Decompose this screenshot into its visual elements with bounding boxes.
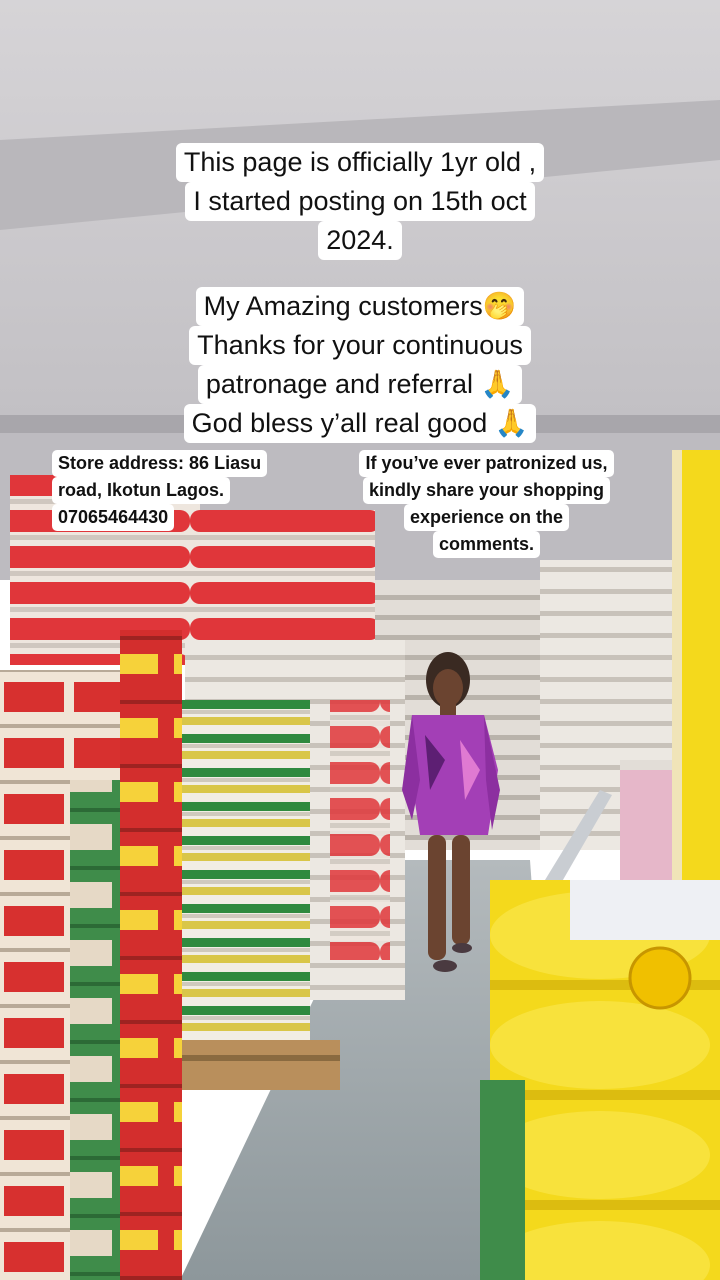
caption-line: 2024. [318, 221, 402, 260]
caption-line: experience on the [403, 504, 570, 531]
anniversary-caption: This page is officially 1yr old , I star… [0, 143, 720, 260]
caption-line: road, Ikotun Lagos. [52, 477, 231, 504]
caption-line: God bless y’all real good 🙏 [183, 404, 537, 443]
caption-line: Store address: 86 Liasu [52, 450, 268, 477]
phone-number: 07065464430 [52, 504, 175, 531]
caption-line: kindly share your shopping [362, 477, 611, 504]
caption-line: Thanks for your continuous [189, 326, 531, 365]
share-experience-caption: If you’ve ever patronized us, kindly sha… [325, 450, 648, 558]
caption-line: If you’ve ever patronized us, [359, 450, 614, 477]
caption-line: comments. [432, 531, 541, 558]
pallet [180, 1040, 340, 1090]
caption-line: patronage and referral 🙏 [197, 365, 523, 404]
right-white-sacks [540, 560, 620, 850]
store-address-caption: Store address: 86 Liasu road, Ikotun Lag… [52, 450, 314, 531]
caption-line: This page is officially 1yr old , [175, 143, 545, 182]
carton-stack-mcm [120, 630, 182, 1280]
thanks-caption: My Amazing customers🤭 Thanks for your co… [0, 287, 720, 443]
caption-line: I started posting on 15th oct [185, 182, 535, 221]
green-sack-stack [180, 700, 310, 1050]
caption-line: My Amazing customers🤭 [195, 287, 525, 326]
